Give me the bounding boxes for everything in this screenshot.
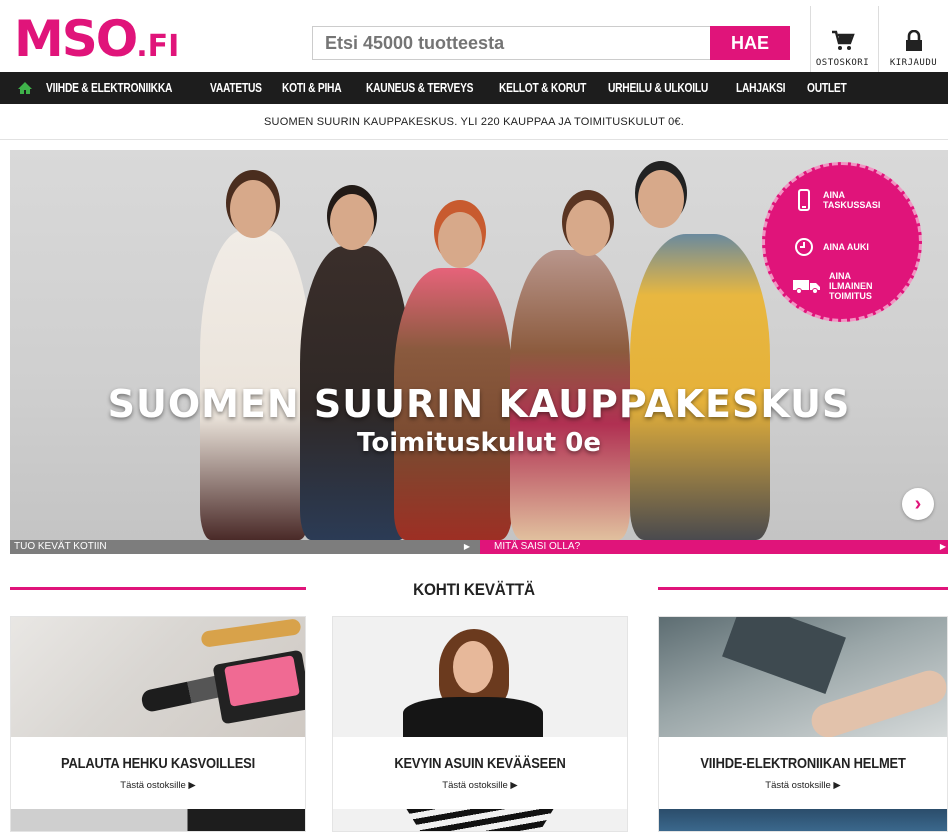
cart-label: OSTOSKORI	[815, 58, 870, 68]
card-image	[333, 617, 627, 737]
hero-person-head	[566, 200, 610, 256]
badge-text: AINA TASKUSSASI	[823, 190, 881, 210]
logo-text: MSO	[14, 10, 138, 68]
benefits-badge: AINA TASKUSSASI AINA AUKI AINA ILMAINEN …	[762, 162, 922, 322]
category-card-electronics[interactable]: VIIHDE-ELEKTRONIIKAN HELMET Tästä ostoks…	[658, 616, 948, 832]
caret-right-icon: ▶	[188, 780, 196, 791]
nav-item-kauneus[interactable]: KAUNEUS & TERVEYS	[366, 81, 480, 95]
hero-person-head	[330, 194, 374, 250]
card-image-footer	[659, 809, 947, 831]
search-box	[312, 26, 712, 60]
category-card-fashion[interactable]: KEVYIN ASUIN KEVÄÄSEEN Tästä ostoksille …	[332, 616, 628, 832]
badge-row: AINA ILMAINEN TOIMITUS	[793, 271, 893, 301]
caret-right-icon: ▶	[463, 542, 470, 551]
cart-button[interactable]: OSTOSKORI	[810, 6, 874, 72]
model-face-image	[453, 641, 493, 693]
card-caption: KEVYIN ASUIN KEVÄÄSEEN Tästä ostoksille …	[333, 737, 627, 809]
card-title: VIIHDE-ELEKTRONIIKAN HELMET	[700, 755, 906, 772]
card-link[interactable]: Tästä ostoksille ▶	[333, 780, 627, 791]
clock-icon	[793, 237, 815, 257]
card-link-label: Tästä ostoksille	[120, 780, 186, 791]
truck-icon	[793, 278, 821, 294]
slider-tab-label: MITÄ SAISI OLLA?	[494, 541, 581, 552]
card-image	[11, 617, 305, 737]
card-image	[659, 617, 947, 742]
card-image-footer	[406, 809, 554, 831]
hero-person-head	[230, 180, 276, 238]
slider-tab-label: TUO KEVÄT KOTIIN	[14, 541, 107, 552]
nav-item-kellot[interactable]: KELLOT & KORUT	[499, 81, 593, 95]
search-input[interactable]	[313, 27, 711, 59]
hero-person-head	[638, 170, 684, 228]
nav-item-lahjaksi[interactable]: LAHJAKSI	[736, 81, 799, 95]
lock-icon	[905, 30, 922, 51]
card-link-label: Tästä ostoksille	[442, 780, 508, 791]
nav-item-viihde[interactable]: VIIHDE & ELEKTRONIIKKA	[46, 81, 185, 95]
caret-right-icon: ▶	[510, 780, 518, 791]
home-icon	[18, 82, 32, 94]
card-title: KEVYIN ASUIN KEVÄÄSEEN	[394, 755, 566, 772]
card-image-footer	[11, 809, 305, 831]
home-button[interactable]	[12, 72, 38, 104]
section-divider	[658, 587, 948, 590]
cart-icon	[831, 30, 855, 50]
badge-row: AINA TASKUSSASI	[793, 189, 883, 211]
logo-suffix: .FI	[136, 29, 180, 64]
phone-icon	[793, 189, 815, 211]
category-card-beauty[interactable]: PALAUTA HEHKU KASVOILLESI Tästä ostoksil…	[10, 616, 306, 832]
nav-item-urheilu[interactable]: URHEILU & ULKOILU	[608, 81, 718, 95]
caret-right-icon: ▶	[833, 780, 841, 791]
card-link[interactable]: Tästä ostoksille ▶	[659, 780, 947, 791]
lipstick-image	[200, 618, 302, 648]
hero-banner[interactable]: SUOMEN SUURIN KAUPPAKESKUS Toimituskulut…	[10, 150, 948, 540]
nav-item-koti[interactable]: KOTI & PIHA	[282, 81, 356, 95]
caret-right-icon: ▶	[939, 542, 946, 551]
card-title: PALAUTA HEHKU KASVOILLESI	[61, 755, 255, 772]
nav-item-vaatetus[interactable]: VAATETUS	[210, 81, 274, 95]
hero-title: SUOMEN SUURIN KAUPPAKESKUS	[107, 382, 851, 426]
section-title: KOHTI KEVÄTTÄ	[413, 580, 535, 599]
site-logo[interactable]: MSO.FI	[14, 14, 179, 72]
model-dress-image	[403, 697, 543, 737]
section-header: KOHTI KEVÄTTÄ	[0, 576, 948, 606]
badge-row: AINA AUKI	[793, 237, 869, 257]
login-label: KIRJAUDU	[889, 58, 938, 68]
site-header: MSO.FI HAE OSTOSKORI KIRJAUDU	[0, 0, 948, 72]
slider-next-button[interactable]: ›	[902, 488, 934, 520]
login-button[interactable]: KIRJAUDU	[878, 6, 948, 72]
sleeve-image	[722, 617, 846, 695]
slider-tabs: TUO KEVÄT KOTIIN ▶ MITÄ SAISI OLLA? ▶	[10, 540, 948, 554]
badge-text: AINA AUKI	[823, 242, 869, 252]
chevron-right-icon: ›	[914, 492, 922, 515]
main-nav: VIIHDE & ELEKTRONIIKKA VAATETUS KOTI & P…	[0, 72, 948, 104]
slider-tab-1[interactable]: TUO KEVÄT KOTIIN ▶	[10, 540, 480, 554]
card-link-label: Tästä ostoksille	[765, 780, 831, 791]
search-button[interactable]: HAE	[710, 26, 790, 60]
nav-item-outlet[interactable]: OUTLET	[807, 81, 856, 95]
slider-tab-2[interactable]: MITÄ SAISI OLLA? ▶	[480, 540, 948, 554]
card-caption: VIIHDE-ELEKTRONIIKAN HELMET Tästä ostoks…	[659, 737, 947, 809]
card-caption: PALAUTA HEHKU KASVOILLESI Tästä ostoksil…	[11, 737, 305, 809]
promo-strip: SUOMEN SUURIN KAUPPAKESKUS. YLI 220 KAUP…	[0, 104, 948, 140]
card-link[interactable]: Tästä ostoksille ▶	[11, 780, 305, 791]
hero-subtitle: Toimituskulut 0e	[357, 428, 601, 458]
hero-person-head	[438, 212, 482, 268]
badge-text: AINA ILMAINEN TOIMITUS	[829, 271, 873, 301]
